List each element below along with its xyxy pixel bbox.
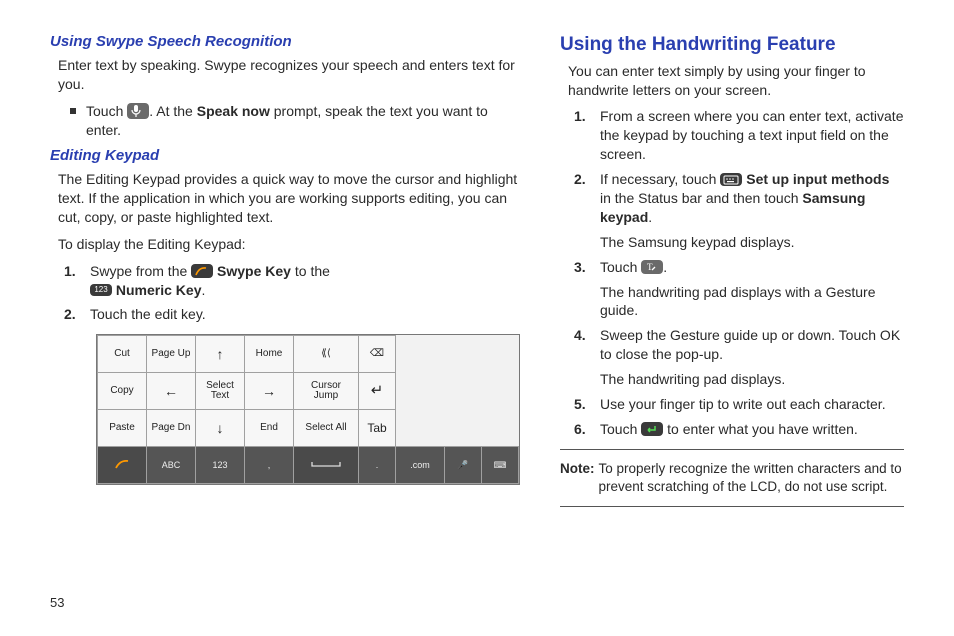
bold-text: Numeric Key (116, 282, 202, 298)
key-arrow-right: → (245, 373, 294, 410)
bullet-item: Touch . At the Speak now prompt, speak t… (50, 102, 520, 140)
heading-editing-keypad: Editing Keypad (50, 146, 520, 166)
step-subtext: The Samsung keypad displays. (600, 233, 904, 252)
step-row: 2. Touch the edit key. (50, 305, 520, 324)
key-123: 123 (196, 447, 245, 484)
key-dotcom: .com (396, 447, 445, 484)
key-enter: ↵ (359, 373, 396, 410)
key-page-up: Page Up (147, 336, 196, 373)
text: in the Status bar and then touch (600, 190, 802, 206)
key-fast-back: ⟪⟨ (294, 336, 359, 373)
text: Touch (86, 103, 127, 119)
key-tab: Tab (359, 410, 396, 447)
divider (560, 449, 904, 450)
key-arrow-up: ↑ (196, 336, 245, 373)
paragraph: Enter text by speaking. Swype recognizes… (50, 56, 520, 94)
keyboard-settings-icon (720, 173, 742, 186)
step-text: Sweep the Gesture guide up or down. Touc… (600, 327, 900, 362)
note-label: Note: (560, 460, 595, 496)
editing-keypad-figure: Cut Page Up ↑ Home ⟪⟨ ⌫ Copy ← Select Te… (96, 334, 520, 490)
left-column: Using Swype Speech Recognition Enter tex… (50, 32, 520, 515)
text: Touch (600, 259, 641, 275)
key-copy: Copy (98, 373, 147, 410)
key-select-text: Select Text (196, 373, 245, 410)
text: Swype from the (90, 263, 191, 279)
key-space (294, 447, 359, 484)
step-row: 1. From a screen where you can enter tex… (560, 107, 904, 164)
step-number: 1. (574, 107, 592, 126)
key-home: Home (245, 336, 294, 373)
step-text: Touch the edit key. (90, 305, 520, 324)
bold-text: Swype Key (217, 263, 291, 279)
key-mic: 🎤 (445, 447, 482, 484)
key-cut: Cut (98, 336, 147, 373)
step-number: 4. (574, 326, 592, 345)
heading-handwriting: Using the Handwriting Feature (560, 32, 904, 58)
key-arrow-left: ← (147, 373, 196, 410)
key-arrow-down: ↓ (196, 410, 245, 447)
step-subtext: The handwriting pad displays. (600, 370, 904, 389)
key-abc: ABC (147, 447, 196, 484)
numeric-123-icon: 123 (90, 284, 112, 296)
key-swype (98, 447, 147, 484)
step-text: Use your finger tip to write out each ch… (600, 395, 904, 414)
key-keyboard: ⌨ (482, 447, 519, 484)
key-period: . (359, 447, 396, 484)
step-row: 5. Use your finger tip to write out each… (560, 395, 904, 414)
swype-icon (191, 264, 213, 278)
key-backspace: ⌫ (359, 336, 396, 373)
step-text: From a screen where you can enter text, … (600, 107, 904, 164)
step-row: 4. Sweep the Gesture guide up or down. T… (560, 326, 904, 389)
paragraph: You can enter text simply by using your … (560, 62, 904, 100)
step-number: 2. (574, 170, 592, 189)
step-number: 5. (574, 395, 592, 414)
text: to enter what you have written. (663, 421, 858, 437)
paragraph: To display the Editing Keypad: (50, 235, 520, 254)
step-subtext: The handwriting pad displays with a Gest… (600, 283, 904, 321)
text: . (663, 259, 667, 275)
divider (560, 506, 904, 507)
step-row: 3. Touch T. The handwriting pad displays… (560, 258, 904, 321)
enter-key-icon (641, 422, 663, 436)
text: Touch (600, 421, 641, 437)
key-cursor-jump: Cursor Jump (294, 373, 359, 410)
text: to the (291, 263, 330, 279)
step-row: 1. Swype from the Swype Key to the 123 N… (50, 262, 520, 300)
key-page-dn: Page Dn (147, 410, 196, 447)
step-row: 2. If necessary, touch Set up input meth… (560, 170, 904, 252)
key-end: End (245, 410, 294, 447)
text: . At the (149, 103, 196, 119)
key-comma: , (245, 447, 294, 484)
note: Note: To properly recognize the written … (560, 460, 904, 496)
page-number: 53 (50, 595, 64, 610)
step-number: 2. (64, 305, 82, 324)
text: If necessary, touch (600, 171, 720, 187)
paragraph: The Editing Keypad provides a quick way … (50, 170, 520, 227)
note-body: To properly recognize the written charac… (599, 460, 905, 496)
step-row: 6. Touch to enter what you have written. (560, 420, 904, 439)
bold-text: Set up input methods (746, 171, 889, 187)
mic-icon (127, 103, 149, 119)
text: . (201, 282, 205, 298)
right-column: Using the Handwriting Feature You can en… (560, 32, 904, 515)
text: . (648, 209, 652, 225)
bold-text: Speak now (197, 103, 270, 119)
svg-text:T: T (647, 262, 653, 272)
heading-swype-speech: Using Swype Speech Recognition (50, 32, 520, 52)
handwriting-t-icon: T (641, 260, 663, 274)
key-select-all: Select All (294, 410, 359, 447)
step-number: 1. (64, 262, 82, 281)
bullet-marker (70, 108, 76, 114)
step-number: 6. (574, 420, 592, 439)
step-number: 3. (574, 258, 592, 277)
key-paste: Paste (98, 410, 147, 447)
